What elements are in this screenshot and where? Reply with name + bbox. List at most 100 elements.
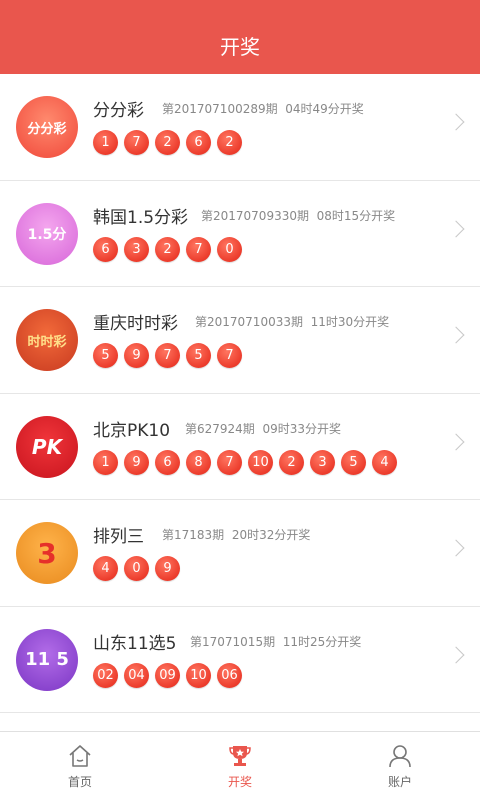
chevron-right-icon: [447, 220, 465, 237]
lottery-row-beijing-pk10[interactable]: PK 北京PK10 第627924期 09时33分开奖 1 9 6 8 7 10…: [0, 394, 480, 500]
lottery-name: 重庆时时彩: [93, 314, 178, 334]
number-ball: 4: [93, 556, 118, 581]
lottery-issue-time: 第17183期 20时32分开奖: [162, 526, 310, 543]
lottery-time: 20时32分开奖: [231, 528, 311, 542]
number-ball: 8: [186, 449, 211, 475]
number-balls: 1 7 2 6 2: [93, 130, 242, 155]
number-ball: 0: [124, 556, 149, 581]
lottery-row-pailie3[interactable]: 3 排列三 第17183期 20时32分开奖 4 0 9: [0, 500, 480, 607]
number-ball: 7: [186, 236, 211, 262]
lottery-name: 排列三: [93, 527, 144, 547]
lottery-time: 08时15分开奖: [316, 208, 396, 223]
shandong-11x5-logo: 11 5: [16, 628, 78, 691]
korea-15-logo: 1.5分: [16, 202, 78, 265]
number-ball: 0: [217, 236, 242, 262]
number-ball: 7: [155, 343, 180, 368]
tab-draw[interactable]: 开奖: [160, 732, 320, 800]
number-balls: 02 04 09 10 06: [93, 662, 242, 688]
chevron-right-icon: [447, 433, 465, 450]
lottery-issue: 第17183期: [162, 528, 225, 542]
lottery-row-fenfencai[interactable]: 分分彩 分分彩 第201707100289期 04时49分开奖 1 7 2 6 …: [0, 74, 480, 181]
beijing-pk10-logo: PK: [16, 415, 78, 478]
lottery-row-shandong[interactable]: 11 5 山东11选5 第17071015期 11时25分开奖 02 04 09…: [0, 607, 480, 713]
fenfencai-logo: 分分彩: [16, 96, 78, 158]
number-ball: 02: [93, 662, 118, 688]
trophy-icon: [229, 745, 251, 766]
number-ball: 5: [341, 449, 366, 475]
number-ball: 5: [93, 343, 118, 368]
number-ball: 5: [186, 343, 211, 368]
lottery-issue: 第20170709330期: [201, 208, 309, 223]
lottery-issue-time: 第20170710033期 11时30分开奖: [195, 313, 389, 330]
chongqing-ssc-logo: 时时彩: [16, 309, 78, 371]
user-icon: [389, 744, 411, 767]
number-ball: 6: [186, 130, 211, 155]
number-ball: 3: [124, 236, 149, 262]
number-ball: 9: [124, 449, 149, 475]
number-ball: 04: [124, 662, 149, 688]
number-ball: 3: [310, 449, 335, 475]
logo-text: 1.5分: [27, 226, 67, 243]
lottery-issue-time: 第201707100289期 04时49分开奖: [162, 100, 364, 117]
lottery-name: 山东11选5: [93, 633, 177, 654]
number-balls: 5 9 7 5 7: [93, 343, 242, 368]
logo-text: 时时彩: [27, 334, 67, 350]
lottery-row-chongqing[interactable]: 时时彩 重庆时时彩 第20170710033期 11时30分开奖 5 9 7 5…: [0, 287, 480, 394]
number-ball: 9: [124, 343, 149, 368]
number-ball: 10: [186, 662, 211, 688]
number-balls: 4 0 9: [93, 556, 180, 581]
logo-text: PK: [31, 434, 63, 459]
lottery-issue-time: 第17071015期 11时25分开奖: [190, 633, 361, 650]
page-title: 开奖: [220, 35, 260, 59]
lottery-issue: 第627924期: [185, 421, 255, 436]
number-ball: 1: [93, 449, 118, 475]
number-ball: 6: [155, 449, 180, 475]
lottery-issue-time: 第20170709330期 08时15分开奖: [201, 207, 395, 224]
home-icon: [69, 744, 91, 767]
number-ball: 4: [372, 449, 397, 475]
lottery-issue: 第17071015期: [190, 634, 276, 649]
lottery-row-korea[interactable]: 1.5分 韩国1.5分彩 第20170709330期 08时15分开奖 6 3 …: [0, 181, 480, 287]
logo-text: 分分彩: [27, 121, 67, 137]
pailie3-logo: 3: [16, 522, 78, 584]
lottery-name: 北京PK10: [93, 420, 171, 441]
chevron-right-icon: [447, 113, 465, 131]
lottery-issue: 第20170710033期: [195, 315, 303, 329]
number-ball: 7: [217, 449, 242, 475]
tab-account[interactable]: 账户: [320, 732, 480, 800]
lottery-time: 09时33分开奖: [262, 421, 341, 436]
lottery-issue-time: 第627924期 09时33分开奖: [185, 420, 341, 437]
number-balls: 6 3 2 7 0: [93, 236, 242, 262]
lottery-issue: 第201707100289期: [162, 102, 278, 116]
lottery-list: 分分彩 分分彩 第201707100289期 04时49分开奖 1 7 2 6 …: [0, 74, 480, 713]
number-ball: 2: [217, 130, 242, 155]
tab-label: 开奖: [227, 774, 252, 789]
lottery-time: 04时49分开奖: [285, 102, 364, 116]
number-ball: 10: [248, 449, 273, 475]
logo-text: 3: [37, 536, 57, 570]
number-ball: 06: [217, 662, 242, 688]
number-ball: 09: [155, 662, 180, 688]
number-ball: 6: [93, 236, 118, 262]
number-ball: 9: [155, 556, 180, 581]
tab-label: 账户: [387, 774, 412, 789]
lottery-name: 韩国1.5分彩: [93, 207, 189, 228]
tab-label: 首页: [67, 774, 92, 789]
lottery-time: 11时30分开奖: [310, 315, 390, 329]
lottery-time: 11时25分开奖: [282, 634, 362, 649]
number-ball: 2: [279, 449, 304, 475]
number-balls: 1 9 6 8 7 10 2 3 5 4: [93, 449, 397, 475]
number-ball: 2: [155, 130, 180, 155]
number-ball: 1: [93, 130, 118, 155]
lottery-name: 分分彩: [93, 101, 144, 121]
number-ball: 7: [217, 343, 242, 368]
chevron-right-icon: [447, 539, 465, 557]
bottom-tab-bar: 首页 开奖 账户: [0, 731, 480, 800]
tab-home[interactable]: 首页: [0, 732, 160, 800]
number-ball: 7: [124, 130, 149, 155]
app-header: 开奖: [0, 0, 480, 74]
logo-text: 11 5: [25, 649, 69, 670]
chevron-right-icon: [447, 326, 465, 344]
number-ball: 2: [155, 236, 180, 262]
chevron-right-icon: [447, 646, 465, 663]
